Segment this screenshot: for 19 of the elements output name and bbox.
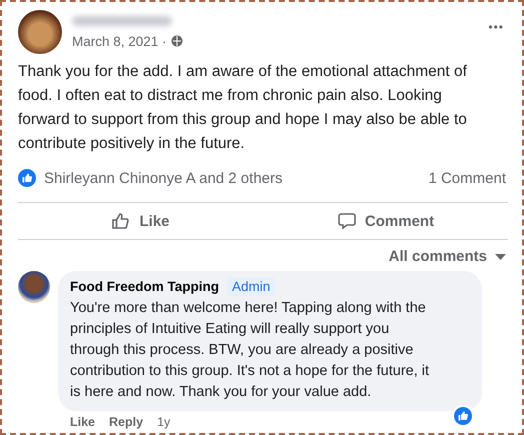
more-options-button[interactable]: •••: [484, 20, 508, 34]
reply-link[interactable]: Reply: [109, 415, 144, 429]
caret-icon: [495, 254, 506, 260]
comment-icon: [336, 211, 357, 232]
comment-sort-dropdown[interactable]: All comments: [386, 248, 508, 265]
comment-button[interactable]: Comment: [263, 203, 508, 239]
comment-text: You're more than welcome here! Tapping along with the principles of Intuitive Eating will really support you through this process. BTW, you are already a positive contribution to this group. It's not a hope for the future, it is here and now. Thank you for your value add.: [70, 299, 430, 402]
like-link[interactable]: Like: [70, 415, 96, 429]
globe-icon: [170, 35, 183, 48]
thumbs-up-icon: [111, 211, 132, 232]
post-text: Thank you for the add. I am aware of the emotional attachment of food. I often eat to distract me from chronic pain also. Looking forward to support from this group and hope I may also be able to contribute positively in the future.: [18, 62, 468, 154]
admin-badge: Admin: [227, 277, 276, 296]
reaction-names[interactable]: Shirleyann Chinonye A and 2 others: [44, 170, 282, 187]
comment-count[interactable]: 1 Comment: [428, 170, 506, 187]
comment-author[interactable]: Food Freedom Tapping: [70, 279, 219, 294]
like-button[interactable]: Like: [18, 203, 263, 239]
like-reaction-icon: [18, 169, 36, 188]
comment-time: 1y: [157, 415, 170, 429]
post-date: March 8, 2021 ·: [72, 34, 167, 49]
